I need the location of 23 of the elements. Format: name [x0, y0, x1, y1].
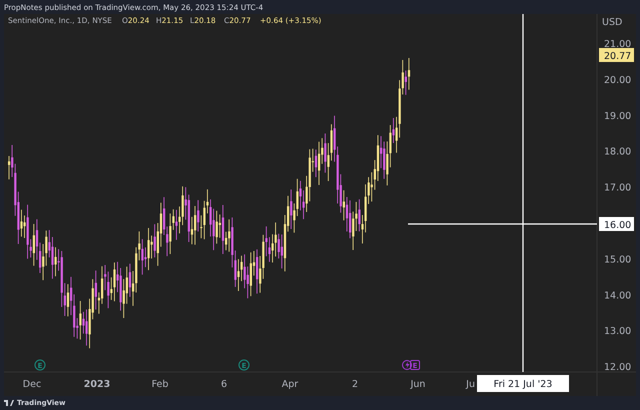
time-tick: Feb — [152, 379, 168, 390]
price-tick: 20.00 — [604, 74, 632, 86]
price-tick: 21.00 — [604, 39, 632, 50]
crosshair-price-label: 16.00 — [599, 217, 634, 231]
price-tick: 13.00 — [604, 326, 632, 338]
time-tick: Jun — [410, 379, 426, 390]
crosshair-date-label: Fri 21 Jul '23 — [477, 375, 569, 392]
price-tick: 17.00 — [604, 182, 632, 194]
price-tick: 12.00 — [604, 362, 632, 374]
last-price-tag: 20.77 — [599, 48, 634, 62]
time-tick: 6 — [220, 379, 228, 390]
split-icon[interactable] — [402, 360, 412, 370]
time-tick: Dec — [22, 379, 42, 390]
price-tick: 14.00 — [604, 290, 632, 302]
time-tick: Ju — [466, 379, 475, 390]
price-tick: 18.00 — [604, 146, 632, 158]
time-tick: Apr — [282, 379, 298, 390]
time-tick: 2023 — [84, 379, 110, 390]
logo-icon — [4, 400, 14, 406]
time-tick: 2 — [352, 379, 358, 390]
price-tick: 19.00 — [604, 110, 632, 122]
currency-label: USD — [602, 17, 622, 28]
price-tick: 15.00 — [604, 254, 632, 266]
